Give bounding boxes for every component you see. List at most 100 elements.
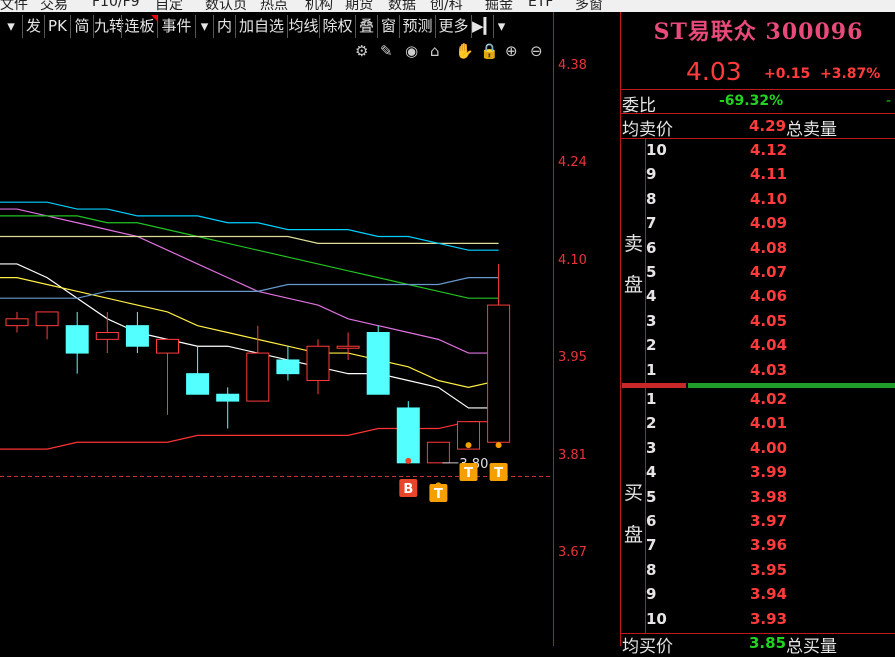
top-menu-item[interactable]: 多窗	[575, 0, 603, 12]
sell-level-price: 4.04	[750, 336, 788, 355]
sell-side-box	[620, 138, 646, 383]
price-tick-label: 3.67	[558, 545, 587, 560]
top-menu-item[interactable]: 交易	[40, 0, 68, 12]
top-menu-item[interactable]: F10/F9	[92, 0, 140, 10]
buy-level-number: 2	[646, 414, 657, 433]
top-menu-item[interactable]: 机构	[305, 0, 333, 12]
toolbar-button[interactable]: 更多	[435, 15, 471, 38]
sell-level-number: 4	[646, 287, 657, 306]
buy-level-number: 1	[646, 390, 657, 408]
signal-badge-label: T	[494, 466, 503, 481]
price-change: +0.15	[764, 66, 811, 82]
divider	[620, 113, 895, 114]
price-tick-label: 4.24	[558, 155, 587, 170]
buy-level-price: 3.94	[750, 585, 788, 604]
toolbar-button[interactable]: 窗	[377, 15, 399, 38]
buy-level-price: 3.98	[750, 487, 788, 506]
top-menu-item[interactable]: ETF	[528, 0, 553, 10]
candle-body	[276, 359, 300, 375]
chart-axis-separator	[553, 12, 554, 646]
buy-side-char-2: 盘	[624, 524, 644, 546]
toolbar-button[interactable]: 发	[22, 15, 44, 38]
toolbar-button[interactable]: 简	[70, 15, 93, 38]
buy-level-number: 4	[646, 463, 657, 482]
sell-level-row[interactable]: 4 4.06	[646, 287, 895, 311]
sell-level-number: 7	[646, 214, 657, 233]
stock-title: ST易联众 300096	[653, 19, 864, 45]
buy-level-row[interactable]: 5 3.98	[646, 488, 895, 512]
sell-level-row[interactable]: 5 4.07	[646, 263, 895, 287]
sell-level-row[interactable]: 8 4.10	[646, 190, 895, 214]
toolbar-button[interactable]: 九转	[93, 15, 124, 38]
sell-level-row[interactable]: 7 4.09	[646, 214, 895, 238]
sell-side-char-2: 盘	[624, 274, 644, 296]
weibi-extra: -	[886, 93, 892, 109]
order-imbalance-bar	[620, 383, 895, 388]
top-menu-item[interactable]: 热点	[260, 0, 288, 12]
buy-level-price: 4.00	[750, 438, 788, 457]
candle-body	[487, 304, 511, 443]
toolbar-button[interactable]: 预测	[399, 15, 435, 38]
toolbar-left-arrow[interactable]: ▾	[0, 15, 22, 38]
kline-chart: 3.80BTTT	[0, 201, 553, 502]
signal-badge-label: T	[434, 487, 443, 502]
sell-level-row[interactable]: 9 4.11	[646, 165, 895, 189]
sell-level-row[interactable]: 2 4.04	[646, 336, 895, 360]
toolbar-button[interactable]: ▶▎	[471, 15, 495, 38]
moving-average-line	[0, 215, 499, 299]
toolbar-button[interactable]: ▾	[195, 15, 213, 38]
top-menu-item[interactable]: 自定	[155, 0, 183, 12]
signal-dot	[465, 442, 472, 449]
sell-level-price: 4.09	[750, 214, 788, 233]
buy-level-number: 5	[646, 487, 657, 506]
weibi-value: -69.32%	[719, 93, 784, 109]
sell-level-price: 4.06	[750, 287, 788, 306]
toolbar-button[interactable]: 内	[213, 15, 235, 38]
buy-level-number: 10	[646, 609, 667, 628]
buy-level-row[interactable]: 10 3.93	[646, 610, 895, 634]
toolbar-button[interactable]: PK	[44, 15, 70, 38]
sell-level-row[interactable]: 10 4.12	[646, 141, 895, 165]
toolbar-button[interactable]: 加自选	[235, 15, 287, 38]
price-tick-label: 3.81	[558, 448, 587, 463]
sell-level-price: 4.11	[750, 165, 788, 184]
top-menu-item[interactable]: 掘金	[485, 0, 513, 12]
sell-level-price: 4.10	[750, 189, 788, 208]
buy-level-row[interactable]: 1 4.02	[646, 390, 895, 414]
buy-level-number: 6	[646, 512, 657, 530]
price-tick-label: 4.38	[558, 58, 587, 73]
total-sell-label: 总卖量	[786, 120, 837, 140]
buy-level-price: 3.97	[750, 512, 788, 530]
imbalance-buy	[688, 383, 895, 388]
candle-body	[366, 332, 390, 395]
sell-level-row[interactable]: 3 4.05	[646, 312, 895, 336]
buy-level-row[interactable]: 4 3.99	[646, 463, 895, 487]
sell-level-price: 4.12	[750, 141, 788, 159]
toolbar-button[interactable]: 除权	[319, 15, 355, 38]
toolbar-button[interactable]: ▾	[493, 15, 509, 38]
toolbar-button[interactable]: 连板	[121, 15, 157, 38]
total-buy-label: 总买量	[786, 637, 837, 657]
top-menu-bar: 文件 交易 F10/F9 自定 数认页 热点 机构 期货 数据 创/科 掘金 ETF 多窗	[0, 0, 895, 12]
signal-badge-label: T	[464, 466, 473, 481]
toolbar-button[interactable]: 均线	[287, 15, 319, 38]
top-menu-item[interactable]: 期货	[345, 0, 373, 12]
toolbar-button[interactable]: 叠	[355, 15, 377, 38]
top-menu-item[interactable]: 创/科	[430, 0, 463, 12]
buy-level-row[interactable]: 7 3.96	[646, 536, 895, 560]
top-menu-item[interactable]: 数认页	[205, 0, 247, 12]
sell-level-row[interactable]: 6 4.08	[646, 239, 895, 263]
buy-level-row[interactable]: 8 3.95	[646, 561, 895, 585]
sell-level-row[interactable]: 1 4.03	[646, 361, 895, 385]
buy-level-row[interactable]: 2 4.01	[646, 414, 895, 438]
toolbar-button[interactable]: 事件	[157, 15, 195, 38]
buy-level-row[interactable]: 9 3.94	[646, 585, 895, 609]
top-menu-item[interactable]: 文件	[0, 0, 28, 12]
avg-buy-label: 均买价	[622, 637, 673, 657]
avg-sell-value: 4.29	[749, 117, 787, 135]
buy-level-row[interactable]: 3 4.00	[646, 439, 895, 463]
sell-level-number: 2	[646, 336, 657, 355]
candle-body	[246, 352, 270, 402]
top-menu-item[interactable]: 数据	[388, 0, 416, 12]
buy-level-row[interactable]: 6 3.97	[646, 512, 895, 536]
